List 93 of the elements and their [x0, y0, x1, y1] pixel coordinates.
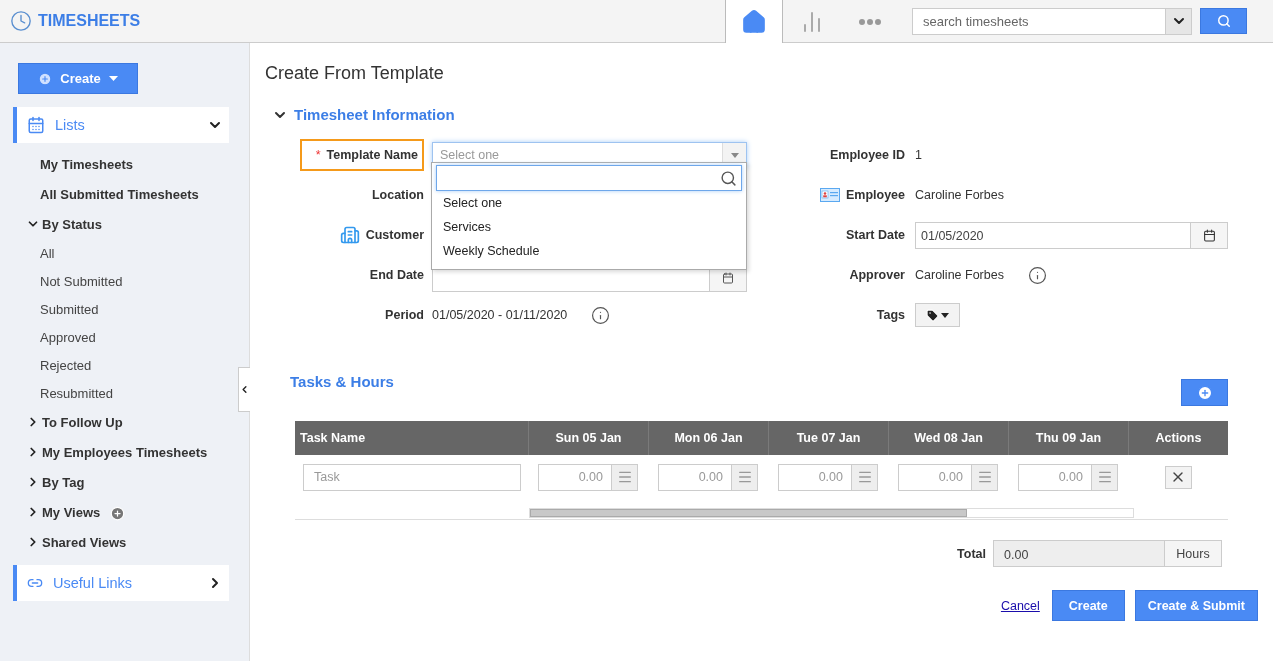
- hours-menu-button[interactable]: [731, 463, 758, 491]
- sidebar-subitem[interactable]: Resubmitted: [40, 385, 113, 401]
- nav-tab[interactable]: [725, 0, 783, 43]
- search-icon: [1216, 14, 1231, 28]
- sidebar-item[interactable]: By Status: [42, 216, 102, 232]
- field-label: Start Date: [845, 228, 905, 242]
- menu-icon: [1096, 469, 1113, 485]
- column-header: Sun 05 Jan: [528, 421, 648, 455]
- field-label: Location: [371, 188, 424, 202]
- dropdown-search-field[interactable]: [436, 165, 742, 191]
- sidebar-item[interactable]: My Employees Timesheets: [42, 444, 208, 460]
- dropdown-option[interactable]: Services: [436, 215, 742, 239]
- add-icon[interactable]: [110, 506, 126, 521]
- section-title: Tasks & Hours: [290, 373, 394, 390]
- field-label: Period: [385, 308, 424, 322]
- plus-icon: [1196, 384, 1213, 401]
- plus-icon: [38, 71, 53, 86]
- info-icon[interactable]: [1027, 265, 1047, 285]
- page-title: Create From Template: [265, 63, 445, 84]
- more-icon: [859, 18, 881, 25]
- building-icon: [339, 225, 360, 245]
- info-icon[interactable]: [591, 305, 611, 325]
- search-field[interactable]: search timesheets: [912, 7, 1165, 35]
- dropdown-option[interactable]: Select one: [436, 191, 742, 215]
- task-name-field[interactable]: Task: [303, 463, 521, 491]
- sidebar-subitem[interactable]: Not Submitted: [40, 273, 123, 289]
- required-mark: *: [315, 148, 321, 162]
- sidebar-item[interactable]: My Views: [42, 504, 101, 520]
- column-header: Thu 09 Jan: [1008, 421, 1128, 455]
- caret-icon: [941, 312, 949, 318]
- sidebar-subitem[interactable]: All: [40, 245, 55, 261]
- dropdown-option[interactable]: Weekly Schedule: [436, 239, 742, 263]
- hours-menu-button[interactable]: [1091, 463, 1118, 491]
- column-header: Tue 07 Jan: [768, 421, 888, 455]
- field-value: Caroline Forbes: [915, 268, 1004, 282]
- hours-field[interactable]: 0.00: [538, 463, 611, 491]
- field-label: Employee: [845, 188, 905, 202]
- sidebar-item[interactable]: To Follow Up: [42, 414, 123, 430]
- menu-icon: [976, 469, 993, 485]
- hours-field[interactable]: 0.00: [658, 463, 731, 491]
- period-value: 01/05/2020 - 01/11/2020: [432, 308, 568, 322]
- calendar-icon: [1202, 228, 1216, 242]
- sidebar-item[interactable]: Shared Views: [42, 534, 127, 550]
- section-title: Timesheet Information: [294, 106, 455, 123]
- sidebar-subitem[interactable]: Rejected: [40, 357, 92, 373]
- calendar-icon: [722, 272, 734, 284]
- calendar-icon: [27, 116, 45, 134]
- sidebar-subitem[interactable]: Approved: [40, 329, 96, 345]
- total-field: 0.00 Hours: [993, 540, 1222, 567]
- home-icon: [741, 8, 767, 35]
- tag-icon: [926, 308, 939, 322]
- sidebar-subitem[interactable]: Submitted: [40, 301, 99, 317]
- clock-icon: [10, 10, 32, 32]
- column-header: Mon 06 Jan: [648, 421, 768, 455]
- horizontal-scrollbar[interactable]: [529, 508, 1134, 518]
- column-header: Task Name: [299, 430, 367, 447]
- sidebar-item[interactable]: By Tag: [42, 474, 85, 490]
- caret-icon: [730, 152, 739, 158]
- app-title: TIMESHEETS: [38, 12, 141, 30]
- caret-icon: [108, 76, 118, 81]
- hours-field[interactable]: 0.00: [1018, 463, 1091, 491]
- cancel-link[interactable]: Cancel: [1000, 598, 1040, 613]
- menu-icon: [736, 469, 753, 485]
- sidebar-item[interactable]: All Submitted Timesheets: [40, 186, 199, 202]
- column-header: Actions: [1128, 421, 1228, 455]
- hours-menu-button[interactable]: [611, 463, 638, 491]
- search-options-button[interactable]: [1165, 7, 1192, 35]
- sidebar-item[interactable]: My Timesheets: [40, 156, 133, 172]
- field-value: 1: [915, 148, 923, 162]
- field-label: End Date: [369, 268, 424, 282]
- total-label: Total: [957, 546, 986, 561]
- search-icon: [720, 169, 737, 187]
- start-date-field[interactable]: 01/05/2020: [915, 221, 1228, 249]
- hours-field[interactable]: 0.00: [778, 463, 851, 491]
- delete-button[interactable]: [1164, 465, 1192, 489]
- field-label: Employee ID: [829, 148, 905, 162]
- menu-icon: [616, 469, 633, 485]
- hours-field[interactable]: 0.00: [898, 463, 971, 491]
- collapse-handle[interactable]: [238, 367, 250, 412]
- field-label: Tags: [876, 308, 905, 322]
- add-task-button[interactable]: [1181, 379, 1228, 406]
- hours-menu-button[interactable]: [971, 463, 998, 491]
- column-header: Wed 08 Jan: [888, 421, 1008, 455]
- menu-icon: [856, 469, 873, 485]
- field-value: Caroline Forbes: [915, 188, 1005, 202]
- field-label: Approver: [849, 268, 905, 282]
- search-button[interactable]: [1200, 8, 1247, 34]
- tags-button[interactable]: [915, 303, 960, 327]
- hours-menu-button[interactable]: [851, 463, 878, 491]
- id-card-icon: [819, 188, 840, 202]
- calendar-button[interactable]: [1190, 222, 1227, 248]
- field-label: Customer: [365, 228, 424, 242]
- field-label: Template Name: [326, 148, 418, 162]
